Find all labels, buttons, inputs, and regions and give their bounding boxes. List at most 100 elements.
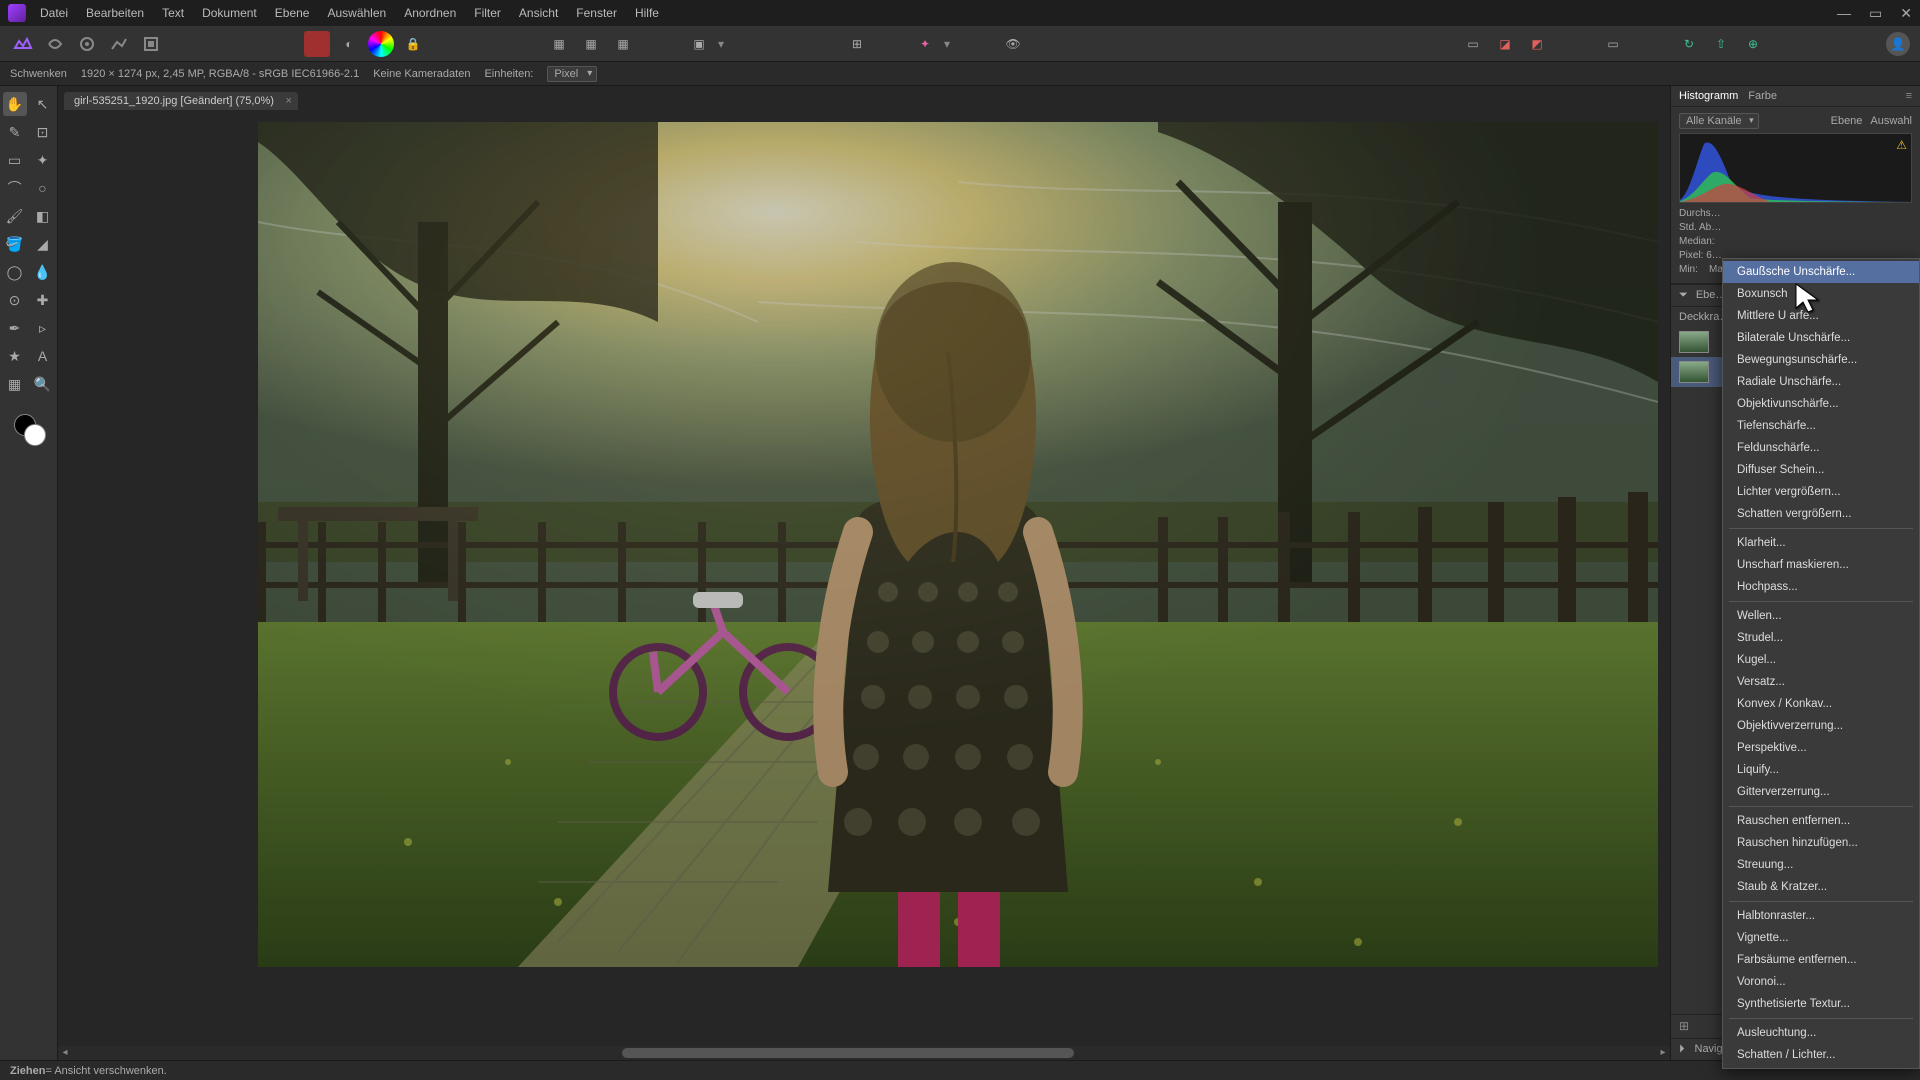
scope-selection[interactable]: Auswahl (1870, 115, 1912, 127)
menu-item[interactable]: Hochpass... (1723, 576, 1919, 598)
channel-select[interactable]: Alle Kanäle (1679, 113, 1759, 129)
horizontal-scrollbar[interactable]: ◂ ▸ (58, 1046, 1670, 1060)
crop-tool[interactable]: ⊡ (31, 120, 55, 144)
dropdown-icon[interactable]: ▾ (718, 37, 724, 51)
develop-persona-icon[interactable] (74, 31, 100, 57)
menu-item[interactable]: Klarheit... (1723, 532, 1919, 554)
layer-add-icon[interactable]: ⊞ (1679, 1019, 1689, 1034)
assistant-icon[interactable]: ✦ (912, 31, 938, 57)
menu-item[interactable]: Unscharf maskieren... (1723, 554, 1919, 576)
dodge-tool[interactable]: ◯ (3, 260, 27, 284)
menu-fenster[interactable]: Fenster (576, 6, 617, 20)
menu-text[interactable]: Text (162, 6, 184, 20)
menu-item[interactable]: Bewegungsunschärfe... (1723, 349, 1919, 371)
scrollbar-thumb[interactable] (622, 1048, 1073, 1058)
panel-collapse-icon[interactable]: ⏵ (1679, 1043, 1685, 1056)
menu-item[interactable]: Schatten vergrößern... (1723, 503, 1919, 525)
panel-menu-icon[interactable]: ≡ (1906, 90, 1912, 102)
flood-select-tool[interactable]: ✦ (31, 148, 55, 172)
menu-item[interactable]: Objektivverzerrung... (1723, 715, 1919, 737)
menu-hilfe[interactable]: Hilfe (635, 6, 659, 20)
close-tab-icon[interactable]: × (286, 95, 292, 107)
viewport[interactable] (58, 110, 1670, 1046)
menu-item[interactable]: Gitterverzerrung... (1723, 781, 1919, 803)
menu-item[interactable]: Schatten / Lichter... (1723, 1044, 1919, 1066)
color-profile-icon[interactable]: ◐ (336, 31, 362, 57)
menu-item[interactable]: Boxunsch (1723, 283, 1919, 305)
swap-fg-icon[interactable]: ◩ (1524, 31, 1550, 57)
menu-item[interactable]: Objektivunschärfe... (1723, 393, 1919, 415)
menu-item[interactable]: Ausleuchtung... (1723, 1022, 1919, 1044)
paint-brush-tool[interactable]: 🖌 (3, 204, 27, 228)
liquify-persona-icon[interactable] (42, 31, 68, 57)
units-select[interactable]: Pixel (547, 66, 597, 82)
menu-item[interactable]: Vignette... (1723, 927, 1919, 949)
tone-map-persona-icon[interactable] (106, 31, 132, 57)
panel-collapse-icon[interactable]: ⏷ (1679, 289, 1688, 302)
menu-auswählen[interactable]: Auswählen (327, 6, 386, 20)
pen-tool[interactable]: ✒ (3, 316, 27, 340)
erase-tool[interactable]: ◧ (31, 204, 55, 228)
color-wheel-icon[interactable] (368, 31, 394, 57)
menu-item[interactable]: Mittlere U arfe... (1723, 305, 1919, 327)
color-format-icon[interactable] (304, 31, 330, 57)
menu-ansicht[interactable]: Ansicht (519, 6, 558, 20)
menu-item[interactable]: Diffuser Schein... (1723, 459, 1919, 481)
scroll-right-icon[interactable]: ▸ (1656, 1046, 1670, 1060)
menu-item[interactable]: Rauschen entfernen... (1723, 810, 1919, 832)
menu-item[interactable]: Tiefenschärfe... (1723, 415, 1919, 437)
color-swatches[interactable] (4, 410, 53, 450)
menu-item[interactable]: Wellen... (1723, 605, 1919, 627)
menu-bearbeiten[interactable]: Bearbeiten (86, 6, 144, 20)
export-persona-icon[interactable] (138, 31, 164, 57)
swap-bg-icon[interactable]: ◪ (1492, 31, 1518, 57)
move-tool[interactable]: ↖ (31, 92, 55, 116)
menu-item[interactable]: Synthetisierte Textur... (1723, 993, 1919, 1015)
menu-datei[interactable]: Datei (40, 6, 68, 20)
stock-icon[interactable]: ▭ (1460, 31, 1486, 57)
foreground-color-swatch[interactable] (24, 424, 46, 446)
menu-item[interactable]: Lichter vergrößern... (1723, 481, 1919, 503)
arrange-icon[interactable]: ▣ (686, 31, 712, 57)
selection-tool[interactable]: ▭ (3, 148, 27, 172)
menu-item[interactable]: Perspektive... (1723, 737, 1919, 759)
document-tab[interactable]: girl-535251_1920.jpg [Geändert] (75,0%) … (64, 92, 298, 110)
menu-anordnen[interactable]: Anordnen (404, 6, 456, 20)
menu-item[interactable]: Halbtonraster... (1723, 905, 1919, 927)
smudge-tool[interactable]: 💧 (31, 260, 55, 284)
menu-dokument[interactable]: Dokument (202, 6, 257, 20)
quick-mask-icon[interactable]: 👁 (1000, 31, 1026, 57)
minimize-button[interactable]: ― (1837, 5, 1851, 22)
menu-item[interactable]: Gaußsche Unschärfe... (1723, 261, 1919, 283)
align-left-icon[interactable]: ▦ (546, 31, 572, 57)
cloud-download-icon[interactable]: ⊕ (1740, 31, 1766, 57)
snap-icon[interactable]: ⊞ (844, 31, 870, 57)
cloud-upload-icon[interactable]: ⇧ (1708, 31, 1734, 57)
scope-layer[interactable]: Ebene (1831, 115, 1863, 127)
align-right-icon[interactable]: ▦ (610, 31, 636, 57)
node-tool[interactable]: ▹ (31, 316, 55, 340)
scroll-left-icon[interactable]: ◂ (58, 1046, 72, 1060)
menu-filter[interactable]: Filter (474, 6, 501, 20)
lock-icon[interactable]: 🔒 (400, 31, 426, 57)
menu-item[interactable]: Feldunschärfe... (1723, 437, 1919, 459)
tab-histogram[interactable]: Histogramm (1679, 90, 1738, 102)
menu-item[interactable]: Radiale Unschärfe... (1723, 371, 1919, 393)
account-avatar[interactable]: 👤 (1886, 32, 1910, 56)
shape-tool[interactable]: ★ (3, 344, 27, 368)
menu-item[interactable]: Streuung... (1723, 854, 1919, 876)
maximize-button[interactable]: ▭ (1869, 5, 1882, 22)
clone-tool[interactable]: ⊙ (3, 288, 27, 312)
menu-item[interactable]: Staub & Kratzer... (1723, 876, 1919, 898)
menu-item[interactable]: Kugel... (1723, 649, 1919, 671)
menu-item[interactable]: Strudel... (1723, 627, 1919, 649)
lasso-tool[interactable]: ⌒ (3, 176, 27, 200)
menu-ebene[interactable]: Ebene (275, 6, 310, 20)
gradient-tool[interactable]: ◢ (31, 232, 55, 256)
heal-tool[interactable]: ✚ (31, 288, 55, 312)
photo-persona-icon[interactable] (10, 31, 36, 57)
preview-icon[interactable]: ▭ (1600, 31, 1626, 57)
close-button[interactable]: ✕ (1900, 5, 1912, 22)
pan-tool[interactable]: ✋ (3, 92, 27, 116)
menu-item[interactable]: Rauschen hinzufügen... (1723, 832, 1919, 854)
